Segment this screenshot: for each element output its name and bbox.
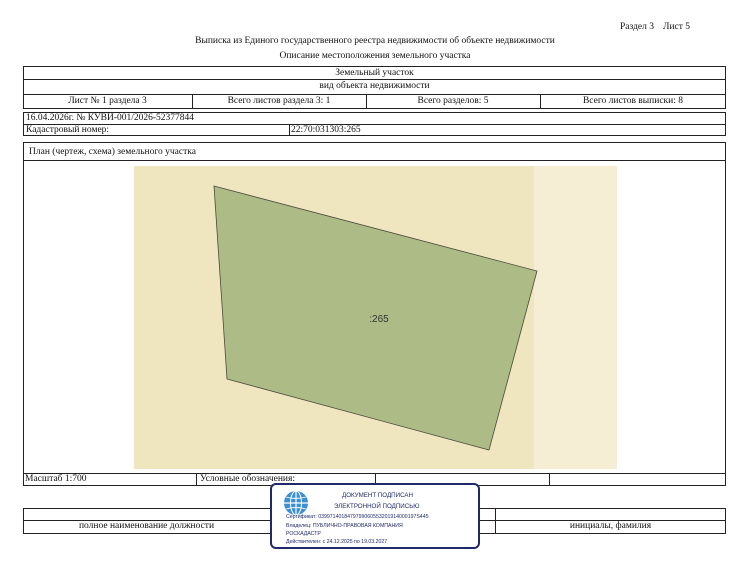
stamp-line1: ДОКУМЕНТ ПОДПИСАН: [342, 492, 413, 499]
sheets-total: Всего листов выписки: 8: [582, 96, 684, 106]
stamp-certificate: Сертификат: 0399714018479799060553201914…: [286, 514, 429, 520]
scale-label: Масштаб 1:700: [25, 474, 87, 484]
plan-background-light: [534, 166, 617, 469]
stamp-owner: Владелец: ПУБЛИЧНО-ПРАВОВАЯ КОМПАНИЯ: [286, 523, 403, 529]
sections-total: Всего разделов: 5: [417, 96, 489, 106]
parcel-plan: :265: [134, 166, 617, 469]
section-label: Раздел 3: [620, 22, 654, 32]
position-label: полное наименование должности: [78, 521, 215, 531]
cadastral-value: 22:70:031303:265: [291, 125, 361, 135]
stamp-line2: ЭЛЕКТРОННОЙ ПОДПИСЬЮ: [334, 503, 420, 510]
document-subtitle: Описание местоположения земельного участ…: [279, 51, 471, 61]
object-type: Земельный участок: [335, 68, 414, 78]
stamp-valid: Действителен: с 24.12.2025 по 19.03.2027: [286, 539, 388, 545]
object-kind: вид объекта недвижимости: [319, 81, 430, 91]
plan-heading: План (чертеж, схема) земельного участка: [29, 147, 196, 157]
e-signature-stamp: ДОКУМЕНТ ПОДПИСАН ЭЛЕКТРОННОЙ ПОДПИСЬЮ С…: [270, 483, 480, 549]
cadastral-label: Кадастровый номер:: [26, 125, 110, 135]
date-number: 16.04.2026г. № КУВИ-001/2026-52377844: [26, 113, 195, 123]
document-title: Выписка из Единого государственного реес…: [195, 36, 555, 46]
parcel-label: :265: [369, 314, 389, 325]
globe-icon: [284, 490, 308, 516]
initials-label: инициалы, фамилия: [569, 521, 652, 531]
sheets-in-section: Всего листов раздела 3: 1: [227, 96, 331, 106]
sheet-of-section: Лист № 1 раздела 3: [68, 96, 147, 106]
stamp-owner2: РОСКАДАСТР: [286, 531, 321, 537]
sheet-label: Лист 5: [663, 22, 691, 32]
